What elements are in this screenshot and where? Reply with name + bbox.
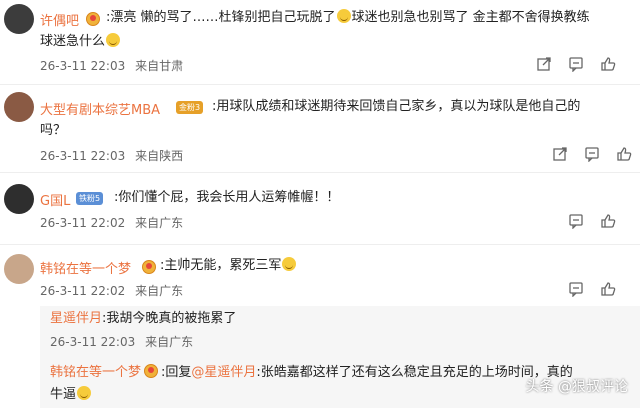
username[interactable]: 韩铭在等一个梦 xyxy=(40,258,131,277)
location: 来自陕西 xyxy=(135,149,184,163)
share-icon[interactable] xyxy=(552,146,568,162)
fan-badge: 金粉3 xyxy=(176,101,204,114)
username[interactable]: 大型有剧本综艺MBA xyxy=(40,99,160,118)
fan-badge: 铁粉5 xyxy=(76,192,104,205)
divider xyxy=(0,244,640,245)
share-icon[interactable] xyxy=(536,56,552,72)
username[interactable]: G国L xyxy=(40,190,70,209)
comment-item: 许偶吧 :漂亮 懒的骂了……杜锋别把自己玩脱了 球迷也别急也别骂了 金主都不舍得换… xyxy=(0,0,640,82)
location: 来自广东 xyxy=(135,216,184,230)
comment-icon[interactable] xyxy=(568,281,584,297)
reply-username[interactable]: 韩铭在等一个梦 xyxy=(50,365,141,380)
like-icon[interactable] xyxy=(600,56,616,72)
smile-emoji-icon xyxy=(106,33,121,47)
comment-icon[interactable] xyxy=(568,56,584,72)
reply-meta: 26-3-11 22:03 来自广东 xyxy=(50,333,199,350)
reply-text: 星遥伴月:我胡今晚真的被拖累了 xyxy=(50,311,237,326)
comment-actions xyxy=(568,281,616,297)
avatar[interactable] xyxy=(4,184,34,214)
avatar[interactable] xyxy=(4,92,34,122)
comment-actions xyxy=(536,56,616,72)
comment-icon[interactable] xyxy=(568,213,584,229)
timestamp: 26-3-11 22:03 xyxy=(40,59,126,73)
comment-item: G国L 铁粉5 :你们懂个屁，我会长用人运筹帷幄！！ 26-3-11 22:02… xyxy=(0,176,640,238)
avatar[interactable] xyxy=(4,254,34,284)
timestamp: 26-3-11 22:03 xyxy=(40,149,126,163)
comment-text: :漂亮 懒的骂了……杜锋别把自己玩脱了 球迷也别急也别骂了 金主都不舍得换教练 xyxy=(106,9,590,25)
smile-emoji-icon xyxy=(336,9,351,23)
vip-icon xyxy=(144,364,159,378)
comment-meta: 26-3-11 22:03 来自陕西 xyxy=(40,147,189,164)
comment-text-line2: 吗？ xyxy=(40,123,67,138)
reply-text-line2: 牛逼 xyxy=(50,384,92,406)
location: 来自广东 xyxy=(145,335,194,349)
like-icon[interactable] xyxy=(600,213,616,229)
comment-text: :主帅无能，累死三军 xyxy=(160,255,297,277)
avatar[interactable] xyxy=(4,4,34,34)
vip-icon xyxy=(142,260,156,274)
divider xyxy=(0,84,640,85)
comment-actions xyxy=(568,213,616,229)
timestamp: 26-3-11 22:03 xyxy=(50,335,136,349)
comment-meta: 26-3-11 22:02 来自广东 xyxy=(40,282,189,299)
smile-emoji-icon xyxy=(77,386,92,400)
divider xyxy=(0,172,640,173)
location: 来自广东 xyxy=(135,284,184,298)
like-icon[interactable] xyxy=(600,281,616,297)
timestamp: 26-3-11 22:02 xyxy=(40,284,126,298)
comment-icon[interactable] xyxy=(584,146,600,162)
comment-item: 大型有剧本综艺MBA 金粉3 :用球队成绩和球迷期待来回馈自己家乡，真以为球队是… xyxy=(0,88,640,170)
mention-link[interactable]: @星遥伴月 xyxy=(191,365,256,380)
comment-actions xyxy=(552,146,632,162)
comment-text: :用球队成绩和球迷期待来回馈自己家乡，真以为球队是他自己的 xyxy=(212,99,581,114)
comment-text: :你们懂个屁，我会长用人运筹帷幄！！ xyxy=(114,190,340,205)
comment-text-line2: 球迷急什么 xyxy=(40,31,121,53)
vip-icon xyxy=(86,12,100,26)
like-icon[interactable] xyxy=(616,146,632,162)
timestamp: 26-3-11 22:02 xyxy=(40,216,126,230)
comment-meta: 26-3-11 22:03 来自甘肃 xyxy=(40,57,189,74)
watermark: 头条 @狠叔评论 xyxy=(525,379,628,395)
username[interactable]: 许偶吧 xyxy=(40,10,79,29)
location: 来自甘肃 xyxy=(135,59,184,73)
comment-meta: 26-3-11 22:02 来自广东 xyxy=(40,214,189,231)
reply-username[interactable]: 星遥伴月 xyxy=(50,311,102,326)
smile-emoji-icon xyxy=(282,257,297,271)
